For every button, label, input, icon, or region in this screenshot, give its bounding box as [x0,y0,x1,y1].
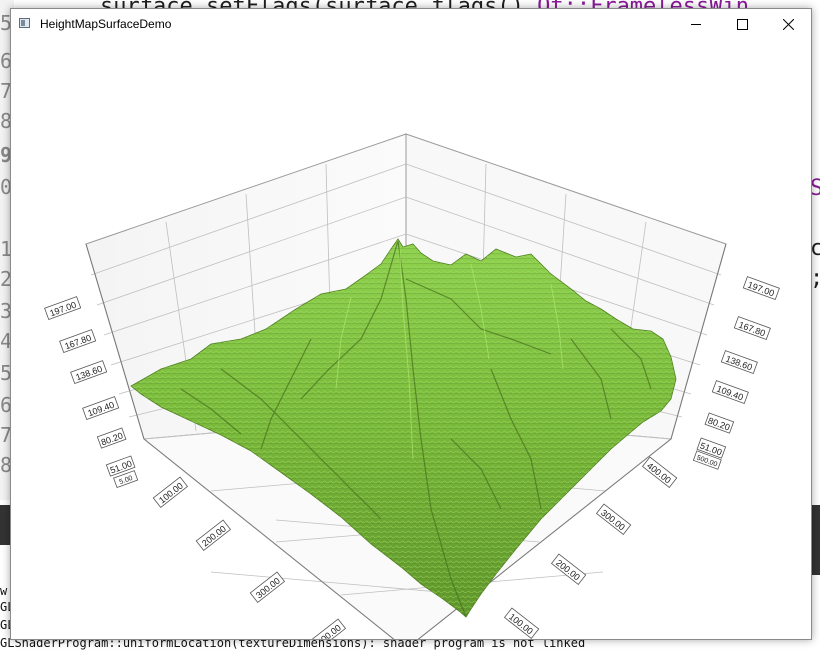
window-title: HeightMapSurfaceDemo [40,17,172,31]
app-window: HeightMapSurfaceDemo 197.00 167.80 138.6… [10,8,812,640]
y-tick-label: 80.20 [100,430,125,447]
title-bar[interactable]: HeightMapSurfaceDemo [11,9,811,39]
surface-graph-view[interactable]: 197.00 167.80 138.60 109.40 80.20 51.00 … [11,39,811,639]
y-tick-label: 80.20 [707,415,732,432]
log-line: w [0,584,8,598]
surface-graph[interactable]: 197.00 167.80 138.60 109.40 80.20 51.00 … [11,39,811,639]
close-button[interactable] [765,9,811,39]
maximize-button[interactable] [719,9,765,39]
app-window-icon [19,18,30,28]
close-icon [783,19,794,30]
minimize-button[interactable] [673,9,719,39]
